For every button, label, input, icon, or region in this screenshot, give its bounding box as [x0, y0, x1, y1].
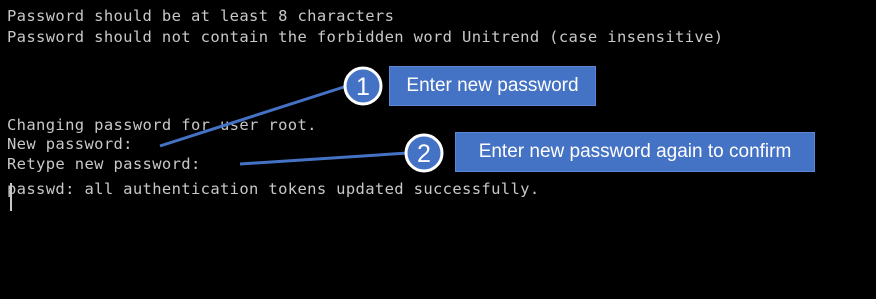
terminal-line-changing-password: Changing password for user root. [7, 116, 317, 134]
terminal-line-password-length-rule: Password should be at least 8 characters [7, 7, 395, 25]
callout-enter-new-password: Enter new password [389, 66, 596, 106]
callout-enter-password-again: Enter new password again to confirm [455, 132, 815, 172]
terminal-line-new-password-prompt: New password: [7, 135, 133, 153]
terminal-line-forbidden-word-rule: Password should not contain the forbidde… [7, 28, 724, 46]
terminal-line-success-message: passwd: all authentication tokens update… [7, 180, 540, 198]
text-cursor [10, 183, 12, 211]
terminal-line-retype-password-prompt: Retype new password: [7, 155, 201, 173]
